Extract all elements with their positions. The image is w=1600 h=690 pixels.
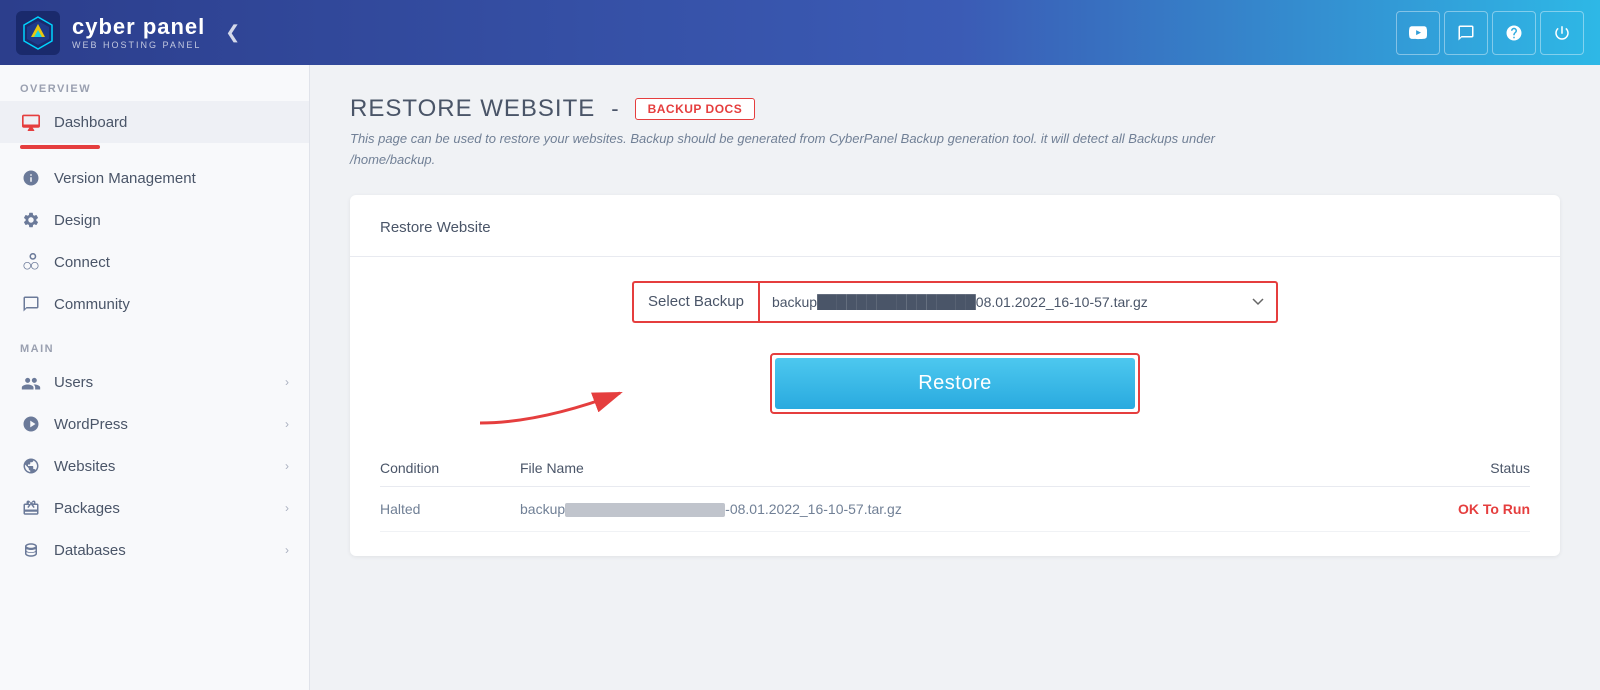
info-icon — [20, 167, 42, 189]
page-title-row: RESTORE WEBSITE - BACKUP DOCS — [350, 95, 1560, 123]
sidebar-item-databases-label: Databases — [54, 542, 273, 559]
community-icon — [20, 293, 42, 315]
sidebar-item-packages-label: Packages — [54, 500, 273, 517]
monitor-icon — [20, 111, 42, 133]
logo-text: cyber panel WEB HOSTING PANEL — [72, 15, 205, 49]
restore-section: Restore — [380, 353, 1530, 414]
select-backup-dropdown[interactable]: backup████████████████08.01.2022_16-10-5… — [758, 281, 1278, 323]
header-right — [1396, 11, 1584, 55]
users-arrow-icon: › — [285, 375, 289, 389]
page-title: RESTORE WEBSITE — [350, 95, 595, 123]
sidebar-item-websites[interactable]: Websites › — [0, 445, 309, 487]
restore-button[interactable]: Restore — [775, 358, 1135, 409]
sidebar-overview-label: OVERVIEW — [0, 65, 309, 101]
blurred-filename — [565, 503, 725, 517]
restore-website-card: Restore Website Select Backup backup████… — [350, 195, 1560, 556]
sidebar-active-indicator — [20, 145, 100, 149]
wordpress-icon — [20, 413, 42, 435]
table-header-condition: Condition — [380, 460, 520, 476]
sidebar-item-community[interactable]: Community — [0, 283, 309, 325]
select-backup-form-row: Select Backup backup████████████████08.0… — [380, 281, 1530, 323]
select-backup-label: Select Backup — [632, 281, 758, 323]
wordpress-arrow-icon: › — [285, 417, 289, 431]
connect-icon — [20, 251, 42, 273]
logo-name: cyber panel — [72, 15, 205, 39]
card-title: Restore Website — [380, 219, 1530, 236]
sidebar-item-connect[interactable]: Connect — [0, 241, 309, 283]
table-cell-status: OK To Run — [1370, 501, 1530, 517]
sidebar-item-connect-label: Connect — [54, 254, 289, 271]
table-header-status: Status — [1370, 460, 1530, 476]
table-row: Halted backup-08.01.2022_16-10-57.tar.gz… — [380, 487, 1530, 532]
users-icon — [20, 371, 42, 393]
sidebar-item-packages[interactable]: Packages › — [0, 487, 309, 529]
sidebar: OVERVIEW Dashboard Version Management De… — [0, 65, 310, 690]
restore-table: Condition File Name Status Halted backup… — [380, 450, 1530, 532]
header: cyber panel WEB HOSTING PANEL ❮ — [0, 0, 1600, 65]
sidebar-item-design-label: Design — [54, 212, 289, 229]
content-area: RESTORE WEBSITE - BACKUP DOCS This page … — [310, 65, 1600, 690]
table-cell-filename: backup-08.01.2022_16-10-57.tar.gz — [520, 501, 1370, 517]
page-description: This page can be used to restore your we… — [350, 129, 1560, 171]
packages-icon — [20, 497, 42, 519]
logo-sub: WEB HOSTING PANEL — [72, 40, 205, 50]
table-header: Condition File Name Status — [380, 450, 1530, 487]
help-button[interactable] — [1492, 11, 1536, 55]
backup-docs-button[interactable]: BACKUP DOCS — [635, 98, 756, 120]
youtube-button[interactable] — [1396, 11, 1440, 55]
power-button[interactable] — [1540, 11, 1584, 55]
sidebar-item-version-label: Version Management — [54, 170, 289, 187]
card-divider — [350, 256, 1560, 257]
sidebar-item-dashboard-label: Dashboard — [54, 114, 289, 131]
sidebar-item-wordpress-label: WordPress — [54, 416, 273, 433]
header-left: cyber panel WEB HOSTING PANEL ❮ — [16, 11, 248, 55]
sidebar-main-label: MAIN — [0, 325, 309, 361]
sidebar-item-wordpress[interactable]: WordPress › — [0, 403, 309, 445]
table-cell-condition: Halted — [380, 501, 520, 517]
main-layout: OVERVIEW Dashboard Version Management De… — [0, 65, 1600, 690]
restore-button-wrapper: Restore — [770, 353, 1140, 414]
databases-icon — [20, 539, 42, 561]
sidebar-item-databases[interactable]: Databases › — [0, 529, 309, 571]
sidebar-item-community-label: Community — [54, 296, 289, 313]
websites-arrow-icon: › — [285, 459, 289, 473]
websites-icon — [20, 455, 42, 477]
sidebar-item-monitor[interactable]: Dashboard — [0, 101, 309, 143]
arrow-annotation — [460, 363, 680, 433]
sidebar-item-websites-label: Websites — [54, 458, 273, 475]
title-separator: - — [611, 96, 618, 122]
sidebar-item-users-label: Users — [54, 374, 273, 391]
chat-button[interactable] — [1444, 11, 1488, 55]
sidebar-item-users[interactable]: Users › — [0, 361, 309, 403]
table-header-filename: File Name — [520, 460, 1370, 476]
logo-icon — [16, 11, 60, 55]
sidebar-item-version[interactable]: Version Management — [0, 157, 309, 199]
packages-arrow-icon: › — [285, 501, 289, 515]
collapse-sidebar-button[interactable]: ❮ — [217, 18, 248, 47]
sidebar-item-design[interactable]: Design — [0, 199, 309, 241]
databases-arrow-icon: › — [285, 543, 289, 557]
design-icon — [20, 209, 42, 231]
